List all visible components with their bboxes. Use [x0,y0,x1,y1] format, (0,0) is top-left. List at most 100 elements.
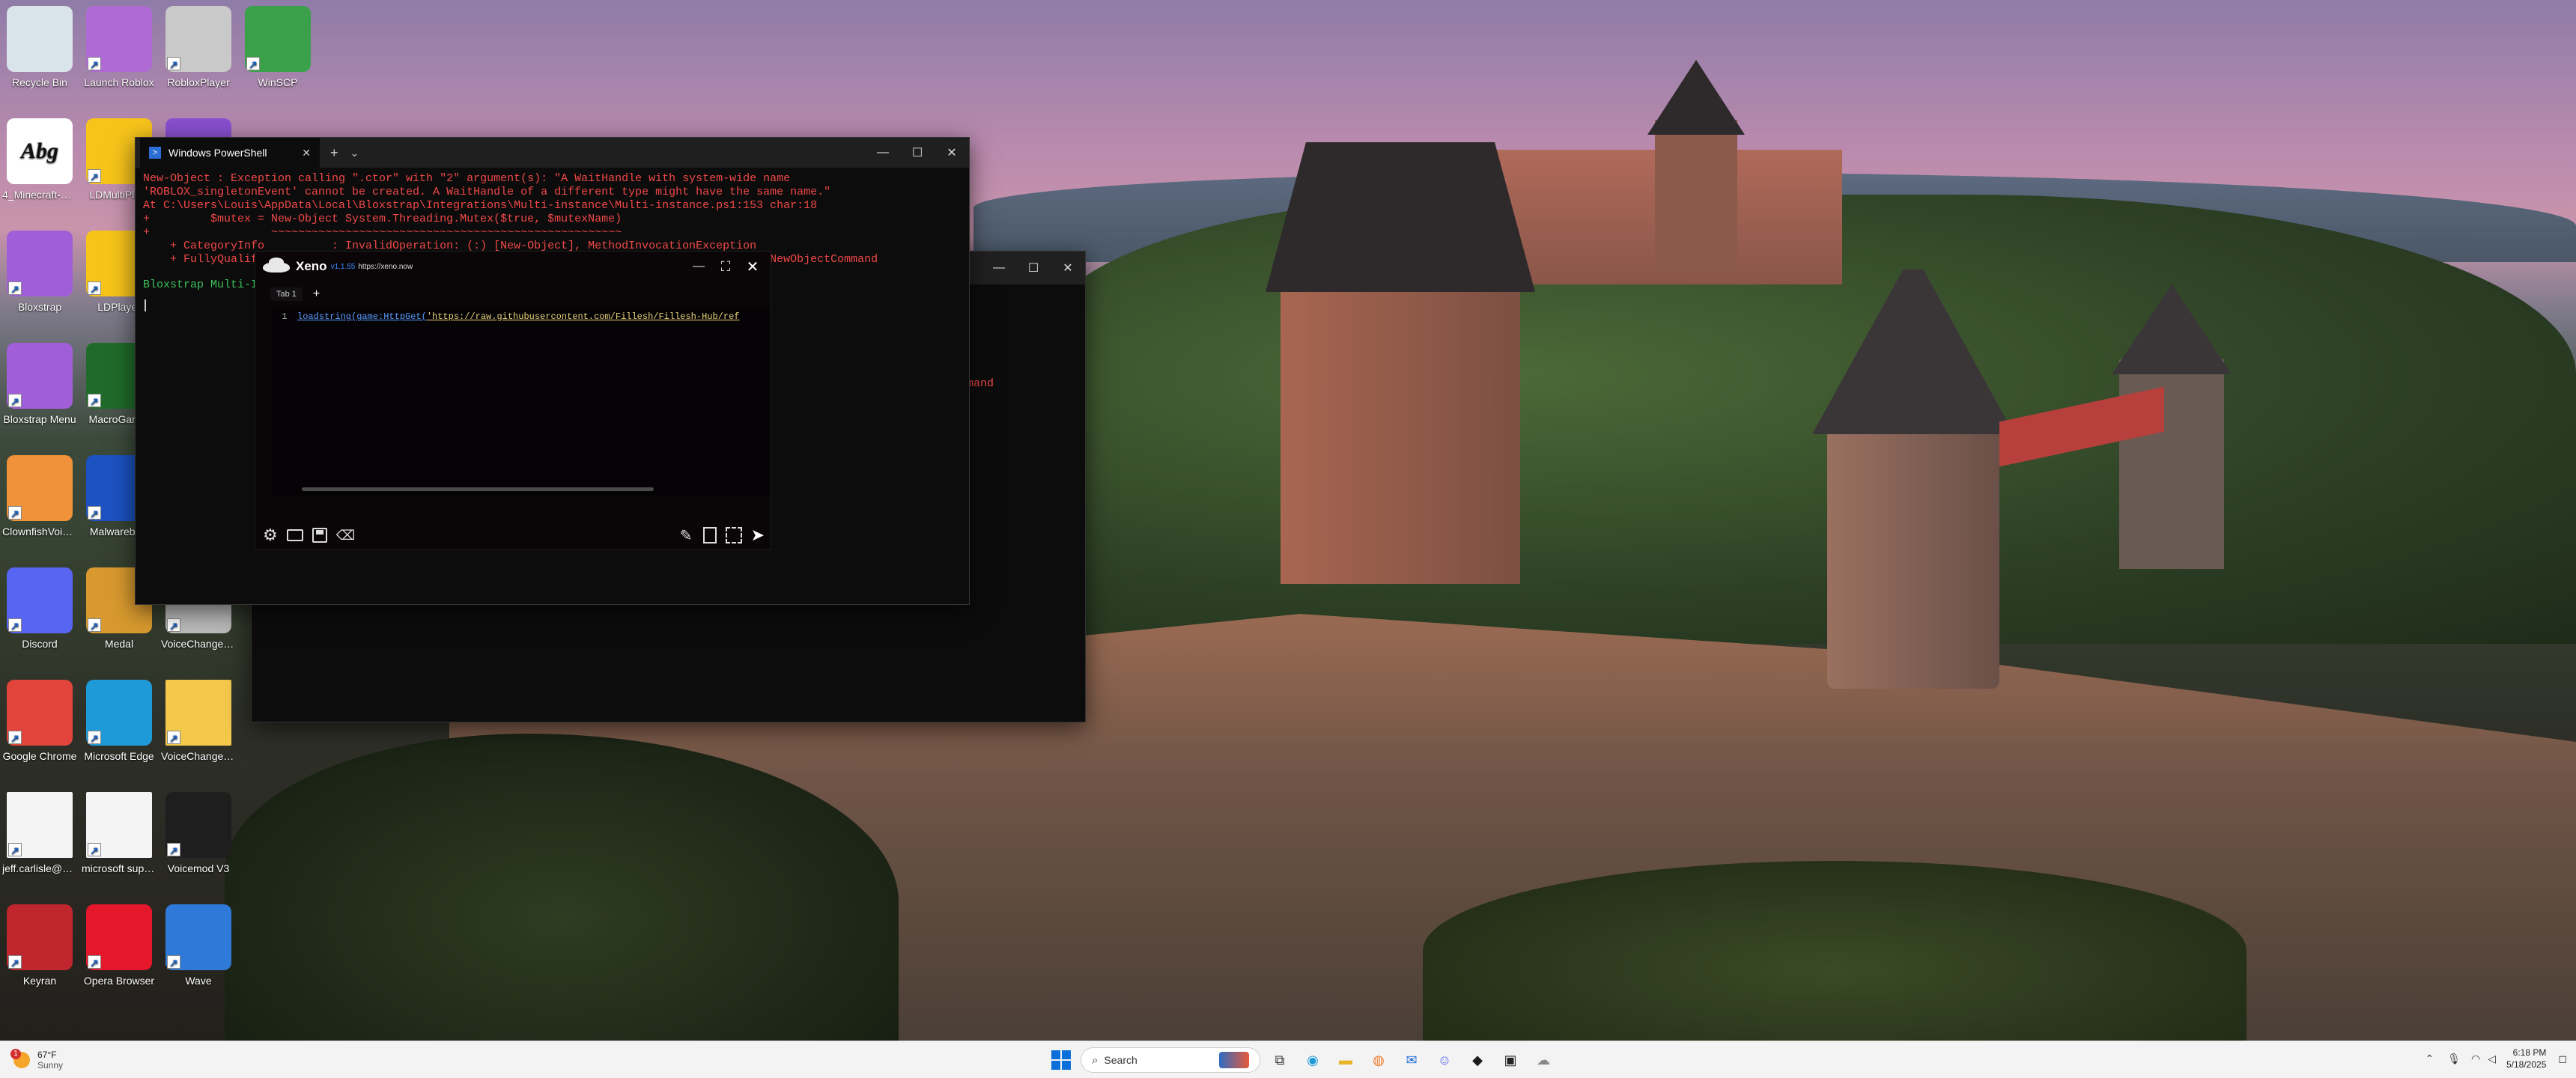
firefox-taskbar-icon[interactable]: ◍ [1365,1047,1392,1074]
desktop-icon[interactable]: ↗ Bloxstrap [2,225,77,337]
shortcut-arrow-icon: ↗ [167,843,180,856]
desktop-icon-label: RobloxPlayer [167,76,230,88]
desktop-icon[interactable]: Abg 4_Minecraft-Bol... [2,112,77,225]
shortcut-arrow-icon: ↗ [246,57,260,70]
powershell-tab[interactable]: > Windows PowerShell ✕ [140,138,320,168]
terminal-taskbar-icon[interactable]: ▣ [1497,1047,1524,1074]
taskbar: 1 67°F Sunny ⌕ Search ⧉ ◉ ▬ ◍ ✉ ☺ ◆ ▣ ☁ … [0,1041,2576,1078]
show-hidden-icons[interactable]: ⌃ [2425,1053,2434,1065]
desktop-icon[interactable]: ↗ Bloxstrap Menu [2,337,77,449]
attach-icon[interactable]: ✎ [680,526,693,545]
powershell-output-line: New-Object : Exception calling ".ctor" w… [143,172,791,185]
shortcut-arrow-icon: ↗ [88,843,101,856]
desktop-icon[interactable]: ↗ Discord [2,561,77,674]
desktop-icon[interactable]: ↗ ClownfishVoiceC... [2,449,77,561]
xeno-toolbar: ⚙ ⌫ ✎ ➤ [263,524,765,546]
desktop-icon[interactable]: ↗ WinSCP [240,0,315,112]
edge-taskbar-icon[interactable]: ◉ [1299,1047,1326,1074]
taskbar-search[interactable]: ⌕ Search [1081,1047,1260,1073]
xeno-taskbar-icon[interactable]: ☁ [1530,1047,1557,1074]
add-tab-button[interactable]: + [313,287,320,301]
search-icon: ⌕ [1092,1053,1099,1067]
microphone-icon[interactable]: 🎙 [2447,1053,2461,1065]
shortcut-arrow-icon: ↗ [88,281,101,295]
voicemod-icon: ↗ [165,792,231,858]
desktop-icon[interactable]: ↗ RobloxPlayer [161,0,236,112]
eraser-icon[interactable]: ⌫ [336,528,355,543]
open-folder-icon[interactable] [286,529,303,541]
xeno-executor-window[interactable]: Xeno v1.1.55 https://xeno.now — ⛶ ✕ Tab … [255,251,771,550]
desktop-icon[interactable]: ↗ Keyran [2,898,77,1011]
opera-icon: ↗ [86,904,152,970]
desktop-icon[interactable]: Recycle Bin [2,0,77,112]
client-manager-icon[interactable] [725,527,742,543]
new-tab-icon[interactable]: + [330,145,338,161]
minimize-icon[interactable]: — [685,260,712,273]
volume-icon[interactable]: ◁ [2488,1053,2496,1065]
desktop-icon[interactable]: ↗ Wave [161,898,236,1011]
clock-date[interactable]: 5/18/2025 [2506,1059,2546,1071]
keyran-mouse-icon: ↗ [7,904,73,970]
shortcut-arrow-icon: ↗ [88,731,101,744]
desktop-icon[interactable]: ↗ microsoft support [82,786,157,898]
close-icon[interactable]: ✕ [739,258,766,276]
notifications-icon[interactable]: ◻ [2558,1053,2567,1065]
maximize-icon[interactable]: ☐ [1016,261,1051,275]
close-icon[interactable]: ✕ [1051,261,1085,275]
shortcut-arrow-icon: ↗ [167,618,180,632]
file-explorer-icon[interactable]: ▬ [1332,1047,1359,1074]
script-list-icon[interactable] [702,527,717,543]
desktop-icon-label: jeff.carlisle@secu... [2,862,77,874]
desktop-icon-label: Discord [22,638,58,650]
discord-taskbar-icon[interactable]: ☺ [1431,1047,1458,1074]
tab-1[interactable]: Tab 1 [270,287,303,301]
bloxstrap-icon: ↗ [7,231,73,296]
shortcut-arrow-icon: ↗ [8,843,22,856]
bloxstrap-menu-icon: ↗ [7,343,73,409]
desktop-icon[interactable]: ↗ Launch Roblox [82,0,157,112]
save-icon[interactable] [312,528,327,543]
xeno-logo-icon [260,256,291,277]
tab-dropdown-icon[interactable]: ⌄ [350,147,359,159]
xeno-url[interactable]: https://xeno.now [358,263,413,271]
desktop-icon[interactable]: ↗ Microsoft Edge [82,674,157,786]
maximize-icon[interactable]: ☐ [900,145,935,160]
shortcut-arrow-icon: ↗ [8,281,22,295]
shortcut-arrow-icon: ↗ [8,618,22,632]
powershell-output-line: At C:\Users\Louis\AppData\Local\Bloxstra… [143,199,818,212]
clock-time[interactable]: 6:18 PM [2513,1047,2547,1059]
weather-temp: 67°F [37,1049,57,1060]
horizontal-scrollbar[interactable] [302,487,654,491]
weather-sun-icon: 1 [10,1048,30,1068]
wifi-icon[interactable]: ◠ [2471,1053,2480,1065]
folder-icon: ↗ [165,680,231,746]
desktop-icon-label: ClownfishVoiceC... [2,526,77,538]
outlook-taskbar-icon[interactable]: ✉ [1398,1047,1425,1074]
powershell-cursor [145,299,146,311]
xeno-titlebar[interactable]: Xeno v1.1.55 https://xeno.now — ⛶ ✕ [255,252,771,281]
desktop-icon-label: VoiceChanger64(... [161,750,236,762]
start-button[interactable] [1048,1047,1075,1074]
powershell-titlebar[interactable]: > Windows PowerShell ✕ + ⌄ — ☐ ✕ [136,138,969,168]
desktop-icon-label: 4_Minecraft-Bol... [2,189,77,201]
close-tab-icon[interactable]: ✕ [302,147,311,159]
task-view-icon[interactable]: ⧉ [1266,1047,1293,1074]
settings-icon[interactable]: ⚙ [263,526,278,545]
minimize-icon[interactable]: — [866,146,900,159]
desktop-icon[interactable]: ↗ Voicemod V3 [161,786,236,898]
fullscreen-icon[interactable]: ⛶ [712,259,739,275]
desktop-icon-label: Medal [104,638,134,650]
desktop-icon[interactable]: ↗ Google Chrome [2,674,77,786]
desktop-icon[interactable]: ↗ Opera Browser [82,898,157,1011]
desktop-icon[interactable]: ↗ VoiceChanger64(... [161,674,236,786]
weather-widget[interactable]: 1 67°F Sunny [10,1048,163,1071]
voicemod-taskbar-icon[interactable]: ◆ [1464,1047,1491,1074]
desktop-icon[interactable]: ↗ jeff.carlisle@secu... [2,786,77,898]
close-icon[interactable]: ✕ [935,145,969,160]
shortcut-arrow-icon: ↗ [88,506,101,520]
code-editor[interactable]: 1 loadstring(game:HttpGet( 'https://raw.… [272,308,770,496]
winscp-icon: ↗ [245,6,311,72]
file-icon: ↗ [86,792,152,858]
minimize-icon[interactable]: — [982,261,1016,275]
execute-icon[interactable]: ➤ [751,526,765,545]
